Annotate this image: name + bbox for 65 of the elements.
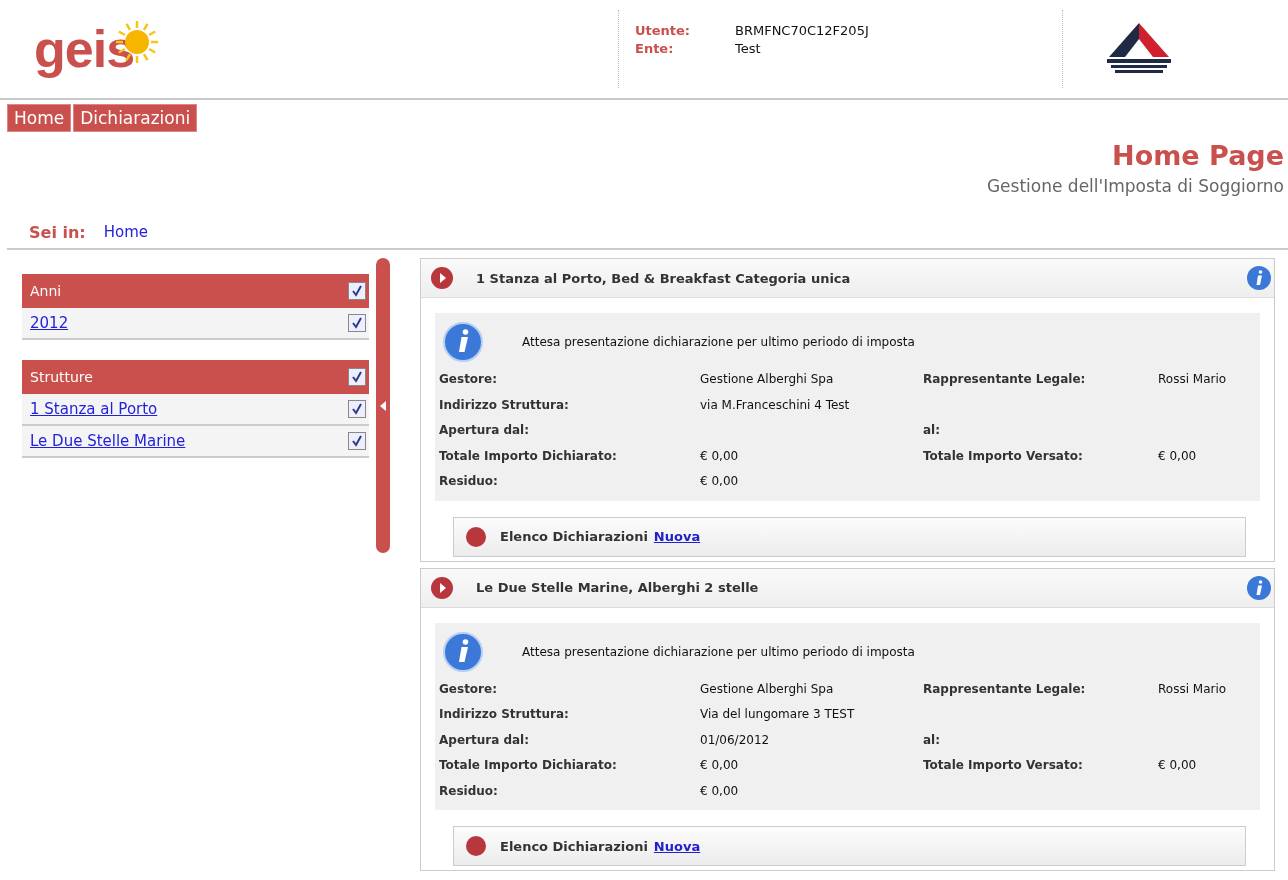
field-label: Gestore:	[439, 371, 498, 388]
field-label: Gestore:	[439, 680, 498, 698]
sidebar-link[interactable]: 2012	[30, 314, 69, 332]
structure-title: 1 Stanza al Porto, Bed & Breakfast Categoria unica	[476, 270, 852, 286]
field-label: Rappresentante Legale:	[923, 681, 1086, 696]
status-message: Attesa presentazione dichiarazione per ultimo periodo di imposta	[522, 644, 915, 659]
info-icon[interactable]	[1246, 574, 1272, 601]
field-label: Totale Importo Dichiarato:	[439, 757, 618, 774]
field-label: Apertura dal:	[439, 422, 530, 439]
field-label: Totale Importo Dichiarato:	[439, 447, 618, 465]
group-title: Strutture	[30, 369, 93, 385]
info-icon	[442, 321, 484, 363]
field-label: al:	[923, 732, 940, 747]
checkbox[interactable]	[348, 432, 366, 450]
nav-tab[interactable]: Dichiarazioni	[73, 104, 198, 132]
field-label: Residuo:	[439, 473, 499, 490]
new-link[interactable]: Nuova	[653, 529, 701, 544]
user-label: Utente:	[635, 22, 692, 40]
field-label: Rappresentante Legale:	[923, 372, 1086, 386]
checkbox[interactable]	[348, 368, 366, 386]
field-value: € 0,00	[700, 474, 739, 488]
checkbox[interactable]	[348, 282, 366, 300]
field-label: Totale Importo Versato:	[923, 758, 1083, 772]
page-subtitle: Gestione dell'Imposta di Soggiorno	[985, 176, 1284, 196]
nav-tab[interactable]: Home	[7, 104, 72, 132]
field-value: Gestione Alberghi Spa	[700, 681, 834, 696]
play-icon[interactable]	[430, 266, 454, 290]
user-value: Test	[735, 40, 761, 58]
bullet-icon	[464, 834, 488, 858]
field-label: Residuo:	[439, 782, 499, 800]
list-label: Elenco Dichiarazioni	[500, 529, 648, 544]
field-value: Rossi Mario	[1158, 681, 1227, 696]
field-label: Totale Importo Versato:	[923, 448, 1083, 463]
play-icon[interactable]	[430, 575, 454, 600]
structure-title: Le Due Stelle Marine, Alberghi 2 stelle	[476, 580, 760, 595]
field-value: € 0,00	[700, 783, 739, 798]
collapse-handle[interactable]	[376, 258, 390, 553]
breadcrumb-link[interactable]: Home	[103, 223, 148, 241]
field-label: Indirizzo Struttura:	[439, 396, 570, 414]
field-value: Rossi Mario	[1158, 372, 1227, 386]
page-title: Home Page	[1111, 139, 1284, 173]
status-message: Attesa presentazione dichiarazione per ultimo periodo di imposta	[522, 335, 915, 349]
field-value: Via del lungomare 3 TEST	[700, 707, 855, 721]
user-value: BRMFNC70C12F205J	[735, 22, 869, 40]
checkbox[interactable]	[348, 400, 366, 418]
field-label: al:	[923, 423, 940, 437]
field-value: € 0,00	[700, 758, 739, 772]
field-value: via M.Franceschini 4 Test	[700, 397, 850, 412]
logo-text: geis	[34, 19, 135, 79]
field-value: € 0,00	[1158, 448, 1197, 463]
new-link[interactable]: Nuova	[653, 838, 701, 854]
list-label: Elenco Dichiarazioni	[500, 838, 648, 854]
group-title: Anni	[30, 283, 62, 299]
field-value: € 0,00	[700, 448, 739, 463]
field-value: 01/06/2012	[700, 732, 770, 747]
info-icon	[442, 630, 484, 673]
breadcrumb-label: Sei in:	[29, 222, 86, 242]
field-value: € 0,00	[1158, 758, 1197, 772]
checkbox[interactable]	[348, 314, 366, 332]
user-label: Ente:	[635, 40, 675, 58]
field-value: Gestione Alberghi Spa	[700, 372, 834, 386]
field-label: Indirizzo Struttura:	[439, 706, 570, 723]
field-label: Apertura dal:	[439, 731, 530, 749]
info-icon[interactable]	[1246, 265, 1272, 291]
bullet-icon	[464, 524, 488, 549]
